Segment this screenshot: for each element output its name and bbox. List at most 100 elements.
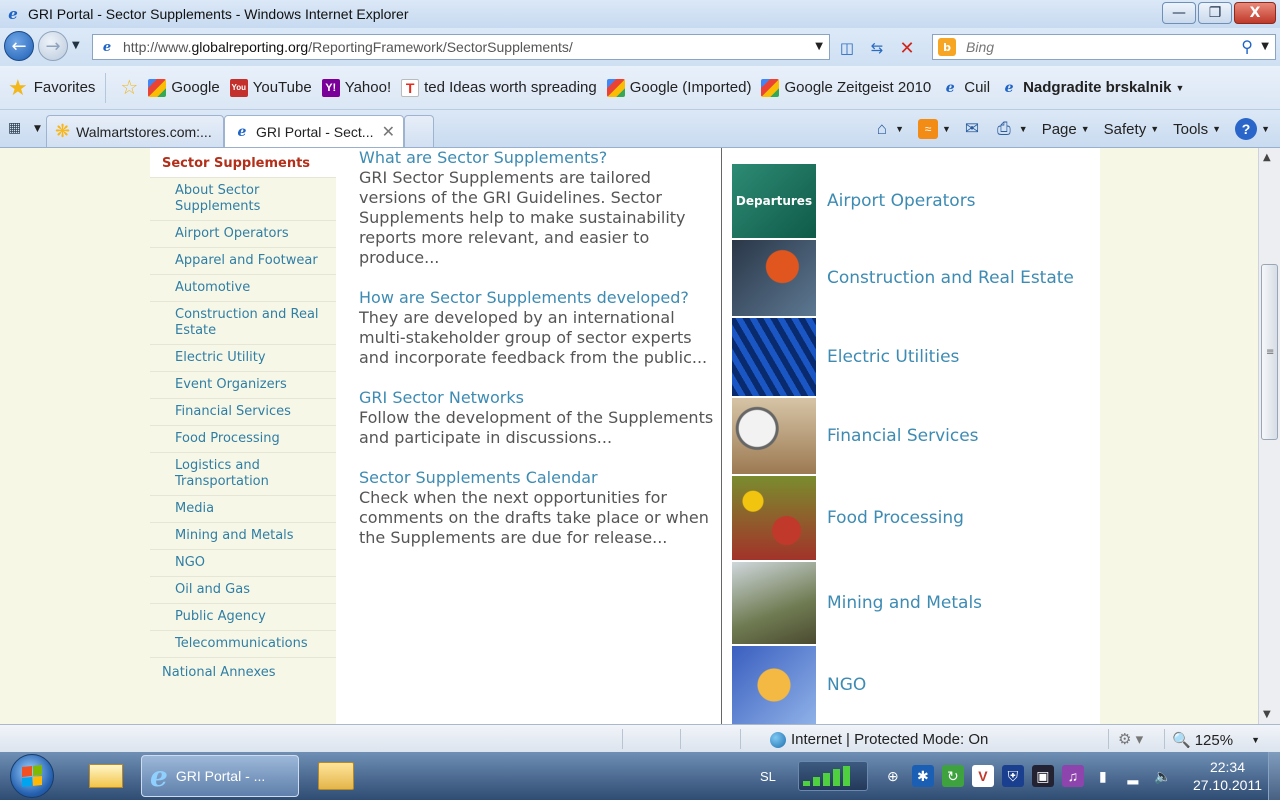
print-button[interactable]: ⎙ ▼	[997, 119, 1028, 139]
popup-blocker-icon[interactable]: ⚙ ▾	[1118, 730, 1143, 748]
sidebar-item-food-processing[interactable]: Food Processing	[150, 426, 336, 453]
close-tab-icon[interactable]: ✕	[382, 122, 395, 142]
sidebar-item-event-organizers[interactable]: Event Organizers	[150, 372, 336, 399]
favorite-cuil[interactable]: e Cuil	[941, 79, 990, 97]
favorite-youtube[interactable]: You YouTube	[229, 78, 312, 97]
show-desktop-button[interactable]	[1268, 752, 1280, 800]
favorite-google-zeitgeist[interactable]: Google Zeitgeist 2010	[761, 78, 931, 97]
sector-link[interactable]: Mining and Metals	[827, 593, 982, 613]
battery-icon[interactable]: ▮	[1092, 765, 1114, 787]
restore-button[interactable]: ❐	[1198, 2, 1232, 24]
sidebar-item-apparel-footwear[interactable]: Apparel and Footwear	[150, 248, 336, 275]
home-button[interactable]: ⌂ ▼	[877, 119, 904, 139]
recent-pages-dropdown[interactable]: ▼	[72, 40, 80, 51]
sidebar-item-oil-gas[interactable]: Oil and Gas	[150, 577, 336, 604]
window-title-bar[interactable]: e GRI Portal - Sector Supplements - Wind…	[0, 0, 1280, 28]
sidebar-item-ngo[interactable]: NGO	[150, 550, 336, 577]
sidebar-item-automotive[interactable]: Automotive	[150, 275, 336, 302]
page-scrollbar[interactable]: ▲ ≡ ▼	[1258, 148, 1280, 724]
sector-food-processing[interactable]: Food Processing	[732, 475, 1092, 561]
read-mail-button[interactable]: ✉	[965, 119, 983, 139]
sidebar-item-about[interactable]: About Sector Supplements	[150, 178, 336, 221]
taskbar-internet-explorer[interactable]: e GRI Portal - ...	[141, 755, 299, 797]
antivirus-icon[interactable]: V	[971, 765, 994, 787]
sector-link[interactable]: Airport Operators	[827, 191, 976, 211]
monitor-icon[interactable]: ▣	[1031, 765, 1054, 787]
sidebar-item-logistics[interactable]: Logistics and Transportation	[150, 453, 336, 496]
scroll-down-icon[interactable]: ▼	[1263, 709, 1271, 720]
network-meter-widget[interactable]	[797, 761, 868, 791]
tab-walmartstores[interactable]: ❋ Walmartstores.com:...	[46, 115, 224, 147]
mining-worker-image[interactable]	[732, 562, 816, 644]
shield-icon[interactable]: ⛨	[1001, 765, 1024, 787]
minimize-button[interactable]: —	[1162, 2, 1196, 24]
favorite-ted[interactable]: T ted Ideas worth spreading	[401, 78, 597, 97]
sector-link[interactable]: Construction and Real Estate	[827, 268, 1074, 288]
section-title-link[interactable]: Sector Supplements Calendar	[359, 468, 719, 488]
back-button[interactable]: ←	[4, 31, 34, 61]
sector-link[interactable]: NGO	[827, 675, 866, 695]
section-title-link[interactable]: How are Sector Supplements developed?	[359, 288, 719, 308]
system-clock[interactable]: 22:34 27.10.2011	[1193, 758, 1262, 794]
magnifier-coins-image[interactable]	[732, 398, 816, 474]
help-button[interactable]: ? ▼	[1235, 118, 1270, 140]
section-title-link[interactable]: GRI Sector Networks	[359, 388, 719, 408]
sector-link[interactable]: Financial Services	[827, 426, 979, 446]
favorites-button[interactable]: ★ Favorites	[8, 72, 107, 103]
scroll-thumb[interactable]: ≡	[1261, 264, 1278, 440]
refresh-icon[interactable]: ⇆	[862, 36, 892, 60]
sector-ngo[interactable]: NGO	[732, 645, 1092, 724]
favorite-upgrade-browser[interactable]: e Nadgradite brskalnik ▼	[1000, 79, 1185, 97]
tab-list-dropdown[interactable]: ▼	[34, 124, 41, 134]
signal-icon[interactable]: ▂	[1122, 765, 1144, 787]
feeds-button[interactable]: ≈ ▼	[918, 119, 951, 139]
sector-financial-services[interactable]: Financial Services	[732, 397, 1092, 475]
sector-link[interactable]: Food Processing	[827, 508, 964, 528]
search-input[interactable]: Bing	[966, 39, 994, 55]
zoom-control[interactable]: 🔍 125% ▼	[1172, 731, 1260, 750]
search-options-dropdown[interactable]: ▼	[1261, 41, 1269, 52]
sidebar-item-media[interactable]: Media	[150, 496, 336, 523]
language-indicator[interactable]: SL	[760, 769, 776, 784]
sidebar-item-electric-utility[interactable]: Electric Utility	[150, 345, 336, 372]
forward-button[interactable]: →	[38, 31, 68, 61]
construction-worker-image[interactable]	[732, 240, 816, 316]
favorite-google-imported[interactable]: Google (Imported)	[606, 78, 751, 97]
sector-construction[interactable]: Construction and Real Estate	[732, 239, 1092, 317]
tools-menu[interactable]: Tools ▼	[1173, 121, 1221, 138]
search-box[interactable]: b Bing ⚲ ▼	[932, 34, 1276, 60]
sidebar-item-airport-operators[interactable]: Airport Operators	[150, 221, 336, 248]
bluetooth-icon[interactable]: ✱	[911, 765, 934, 787]
sidebar-item-national-annexes[interactable]: National Annexes	[150, 658, 336, 680]
taskbar-explorer[interactable]	[308, 755, 364, 797]
fruit-produce-image[interactable]	[732, 476, 816, 560]
power-pylon-image[interactable]	[732, 318, 816, 396]
close-button[interactable]: X	[1234, 2, 1276, 24]
taskbar-outlook[interactable]	[78, 755, 134, 797]
sector-electric-utilities[interactable]: Electric Utilities	[732, 317, 1092, 397]
stop-icon[interactable]: ✕	[892, 36, 922, 60]
sidebar-heading[interactable]: Sector Supplements	[150, 148, 336, 178]
airport-departures-image[interactable]: Departures	[732, 164, 816, 238]
section-title-link[interactable]: What are Sector Supplements?	[359, 148, 719, 168]
security-zone[interactable]: Internet | Protected Mode: On	[770, 731, 988, 748]
safety-menu[interactable]: Safety ▼	[1104, 121, 1159, 138]
quick-tabs-icon[interactable]: ▦	[8, 120, 21, 136]
sidebar-item-public-agency[interactable]: Public Agency	[150, 604, 336, 631]
sidebar-item-financial-services[interactable]: Financial Services	[150, 399, 336, 426]
scroll-up-icon[interactable]: ▲	[1263, 152, 1271, 163]
address-dropdown-icon[interactable]: ▼	[815, 41, 823, 52]
wireless-icon[interactable]: ⊕	[882, 765, 904, 787]
volume-icon[interactable]: 🔈	[1152, 765, 1174, 787]
sync-icon[interactable]: ↻	[941, 765, 964, 787]
tab-gri-portal[interactable]: e GRI Portal - Sect... ✕	[224, 115, 404, 147]
search-icon[interactable]: ⚲	[1241, 37, 1253, 56]
compatibility-view-icon[interactable]: ◫	[832, 36, 862, 60]
ngo-map-image[interactable]	[732, 646, 816, 724]
add-to-favorites-bar-icon[interactable]: ☆	[120, 75, 138, 100]
sector-mining-metals[interactable]: Mining and Metals	[732, 561, 1092, 645]
favorite-yahoo[interactable]: Y! Yahoo!	[321, 78, 391, 97]
new-tab-button[interactable]	[404, 115, 434, 147]
sidebar-item-telecommunications[interactable]: Telecommunications	[150, 631, 336, 658]
sector-link[interactable]: Electric Utilities	[827, 347, 959, 367]
